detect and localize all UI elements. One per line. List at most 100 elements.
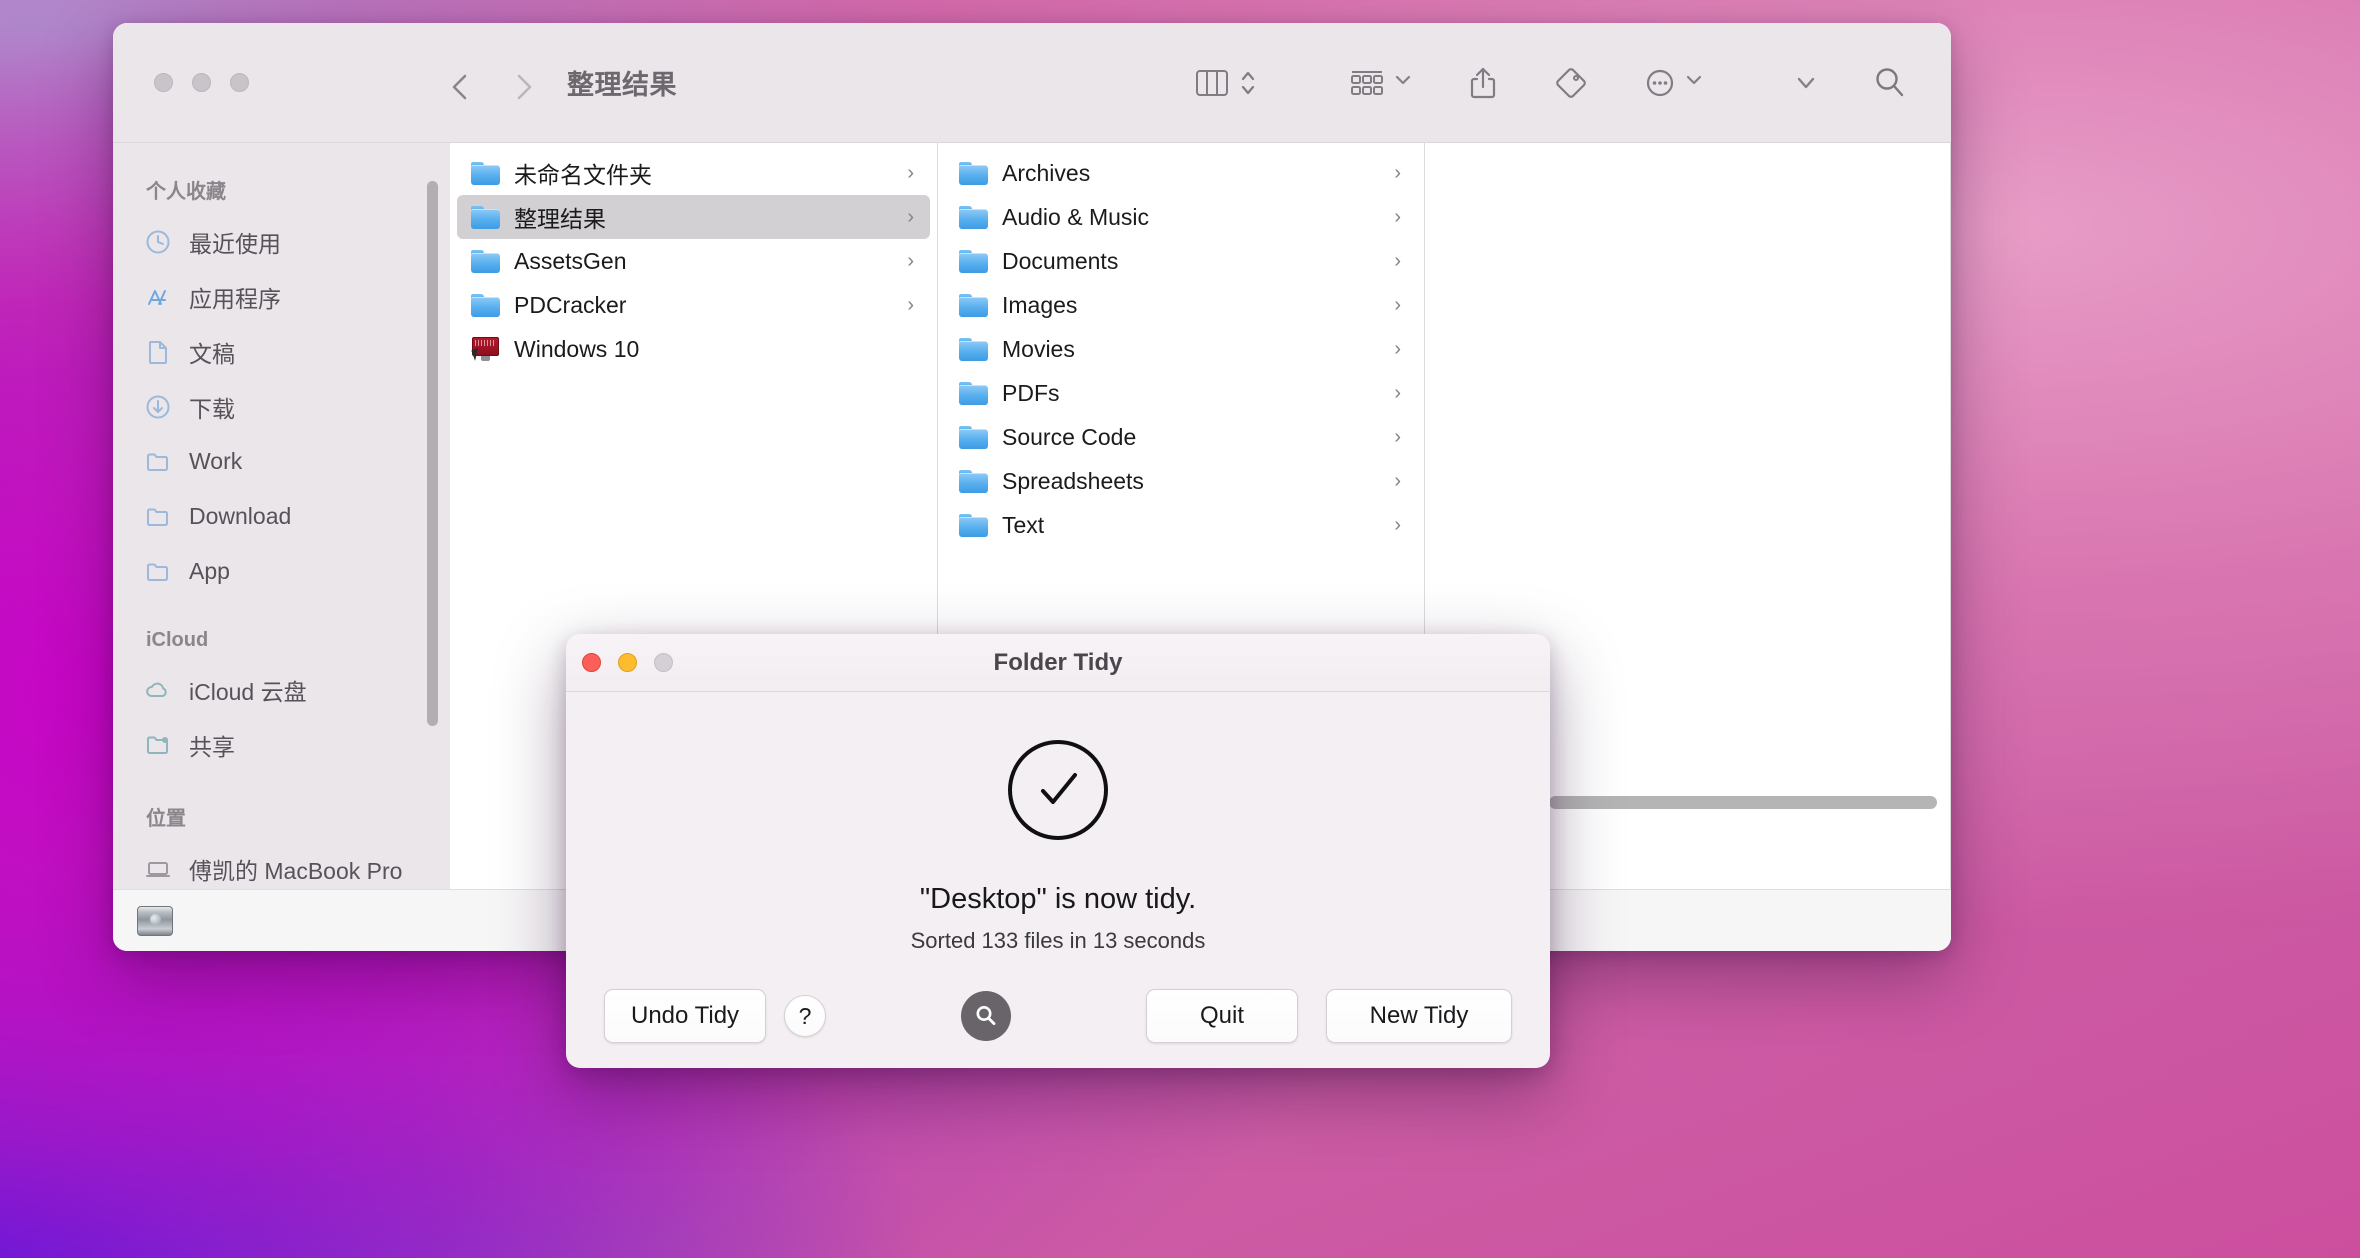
folder-icon [145,504,179,530]
undo-tidy-button[interactable]: Undo Tidy [604,989,767,1043]
table-row[interactable]: Text › [945,503,1417,547]
row-label: Documents [1002,247,1119,274]
sidebar-item-label: App [189,558,230,584]
table-row[interactable]: Audio & Music › [945,195,1417,239]
sidebar-item-download-folder[interactable]: Download [127,489,436,544]
chevron-right-icon[interactable]: › [1394,470,1401,493]
more-actions-button[interactable] [1644,66,1703,100]
reveal-search-button[interactable] [961,991,1012,1041]
folder-icon [959,425,988,449]
page-title: 整理结果 [567,70,677,100]
dialog-titlebar: Folder Tidy [566,634,1550,692]
folder-icon [959,469,988,493]
applications-icon [145,284,179,310]
sort-stepper-icon[interactable] [1239,66,1257,100]
chevron-down-icon [1394,73,1412,92]
table-row[interactable]: Documents › [945,239,1417,283]
row-label: 整理结果 [514,206,606,232]
laptop-icon [145,856,179,882]
table-row[interactable]: Archives › [945,151,1417,195]
folder-icon [959,249,988,273]
chevron-right-icon[interactable]: › [907,206,914,229]
sidebar-item-applications[interactable]: 应用程序 [127,269,436,324]
table-row[interactable]: 未命名文件夹 › [457,151,930,195]
minimize-button[interactable] [192,73,211,92]
quit-button[interactable]: Quit [1146,989,1298,1043]
sidebar-section-title: 个人收藏 [146,181,226,203]
folder-icon [145,449,179,475]
chevron-right-icon[interactable]: › [907,294,914,317]
sidebar-item-label: 应用程序 [189,285,281,312]
close-button[interactable] [154,73,173,92]
close-button[interactable] [582,653,601,672]
chevron-right-icon[interactable]: › [1394,294,1401,317]
chevron-down-icon [1685,73,1703,92]
help-button[interactable]: ? [784,995,827,1037]
table-row[interactable]: AssetsGen › [457,239,930,283]
horizontal-scrollbar[interactable] [1549,796,1937,809]
minimize-button[interactable] [618,653,637,672]
cloud-icon [145,677,179,703]
finder-traffic-lights [154,73,249,92]
sidebar-item-recents[interactable]: 最近使用 [127,214,436,269]
sidebar-item-label: 下载 [189,395,235,422]
row-label: PDFs [1002,379,1060,406]
folder-icon [145,559,179,585]
view-column-button[interactable] [1195,67,1229,99]
chevron-right-icon[interactable]: › [1394,250,1401,273]
tag-button[interactable] [1554,66,1588,100]
table-row[interactable]: 整理结果 › [457,195,930,239]
folder-icon [471,205,500,229]
hard-drive-icon [137,905,173,936]
dialog-footer: Undo Tidy ? Quit New Tidy [566,964,1550,1068]
sidebar-item-label: 傅凯的 MacBook Pro [189,857,403,884]
chevron-right-icon[interactable]: › [1394,426,1401,449]
sidebar-item-work[interactable]: Work [127,434,436,489]
folder-tidy-dialog: Folder Tidy "Desktop" is now tidy. Sorte… [566,634,1550,1068]
table-row[interactable]: Movies › [945,327,1417,371]
table-row[interactable]: Images › [945,283,1417,327]
chevron-right-icon[interactable]: › [1394,382,1401,405]
folder-icon [959,513,988,537]
document-icon [145,339,179,365]
sidebar-item-macbook-pro[interactable]: 傅凯的 MacBook Pro [127,841,436,889]
dialog-content: "Desktop" is now tidy. Sorted 133 files … [566,692,1550,964]
table-row[interactable]: PDCracker › [457,283,930,327]
sidebar-item-app[interactable]: App [127,544,436,599]
table-row[interactable]: Windows 10 [457,327,930,371]
finder-sidebar: 个人收藏 最近使用 应用程序 文稿 下载 Work Download App i… [113,143,450,889]
sidebar-item-label: 共享 [189,733,235,760]
row-label: Images [1002,291,1078,318]
chevron-right-icon[interactable]: › [1394,206,1401,229]
search-button[interactable] [1873,66,1907,100]
sidebar-item-shared[interactable]: 共享 [127,717,436,772]
toolbar-overflow-button[interactable] [1795,75,1817,91]
sidebar-item-downloads[interactable]: 下载 [127,379,436,434]
table-row[interactable]: Spreadsheets › [945,459,1417,503]
table-row[interactable]: Source Code › [945,415,1417,459]
group-by-button[interactable] [1349,67,1412,99]
forward-chevron-icon[interactable] [513,72,535,99]
sidebar-item-label: 最近使用 [189,230,281,257]
sidebar-section-title: iCloud [146,629,209,651]
chevron-right-icon[interactable]: › [1394,338,1401,361]
sidebar-item-icloud-drive[interactable]: iCloud 云盘 [127,662,436,717]
new-tidy-button[interactable]: New Tidy [1326,989,1512,1043]
share-button[interactable] [1468,66,1498,100]
sidebar-item-label: Work [189,448,243,474]
back-chevron-icon[interactable] [449,72,471,99]
chevron-right-icon[interactable]: › [1394,514,1401,537]
row-label: Source Code [1002,423,1137,450]
table-row[interactable]: PDFs › [945,371,1417,415]
chevron-right-icon[interactable]: › [907,162,914,185]
chevron-right-icon[interactable]: › [1394,162,1401,185]
zoom-button[interactable] [230,73,249,92]
chevron-right-icon[interactable]: › [907,250,914,273]
sidebar-scrollbar[interactable] [427,181,438,726]
sidebar-item-documents[interactable]: 文稿 [127,324,436,379]
shared-folder-icon [145,732,179,758]
folder-icon [471,161,500,185]
navigation-arrows [449,72,535,99]
dialog-subtext: Sorted 133 files in 13 seconds [910,928,1206,953]
parallels-vm-icon [471,336,500,362]
